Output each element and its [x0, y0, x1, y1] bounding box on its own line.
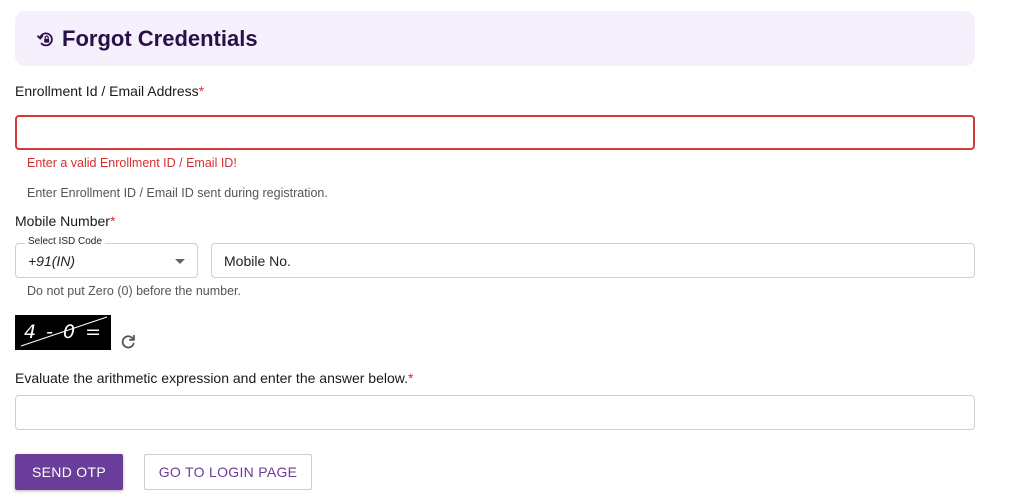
mobile-number-input[interactable]: Mobile No. — [211, 243, 975, 278]
mobile-helper: Do not put Zero (0) before the number. — [27, 284, 242, 298]
page-title: Forgot Credentials — [62, 25, 258, 51]
captcha-noise-line — [20, 316, 108, 347]
isd-code-value: +91(IN) — [28, 253, 76, 269]
refresh-icon[interactable] — [119, 333, 137, 351]
page-header: Forgot Credentials — [15, 11, 975, 66]
isd-code-label: Select ISD Code — [25, 236, 105, 247]
captcha-label-text: Evaluate the arithmetic expression and e… — [15, 370, 409, 386]
captcha-answer-input[interactable] — [15, 395, 975, 430]
captcha-image: 4 - 0 = — [15, 315, 111, 350]
enrollment-label-text: Enrollment Id / Email Address — [15, 83, 199, 99]
mobile-label-text: Mobile Number — [15, 213, 110, 229]
mobile-label: Mobile Number* — [15, 213, 115, 229]
dropdown-arrow-icon — [175, 259, 185, 264]
lock-reset-icon — [36, 29, 56, 49]
enrollment-error: Enter a valid Enrollment ID / Email ID! — [27, 156, 237, 170]
go-to-login-button[interactable]: GO TO LOGIN PAGE — [144, 454, 312, 490]
enrollment-label: Enrollment Id / Email Address* — [15, 83, 204, 99]
send-otp-button[interactable]: SEND OTP — [15, 454, 123, 490]
enrollment-input[interactable] — [15, 115, 975, 150]
enrollment-helper: Enter Enrollment ID / Email ID sent duri… — [27, 186, 328, 200]
required-mark: * — [408, 370, 414, 386]
required-mark: * — [198, 83, 205, 99]
isd-code-select[interactable]: Select ISD Code +91(IN) — [15, 236, 198, 278]
forgot-credentials-page: Forgot Credentials Enrollment Id / Email… — [0, 0, 1024, 503]
required-mark: * — [109, 213, 116, 229]
captcha-label: Evaluate the arithmetic expression and e… — [15, 370, 413, 386]
